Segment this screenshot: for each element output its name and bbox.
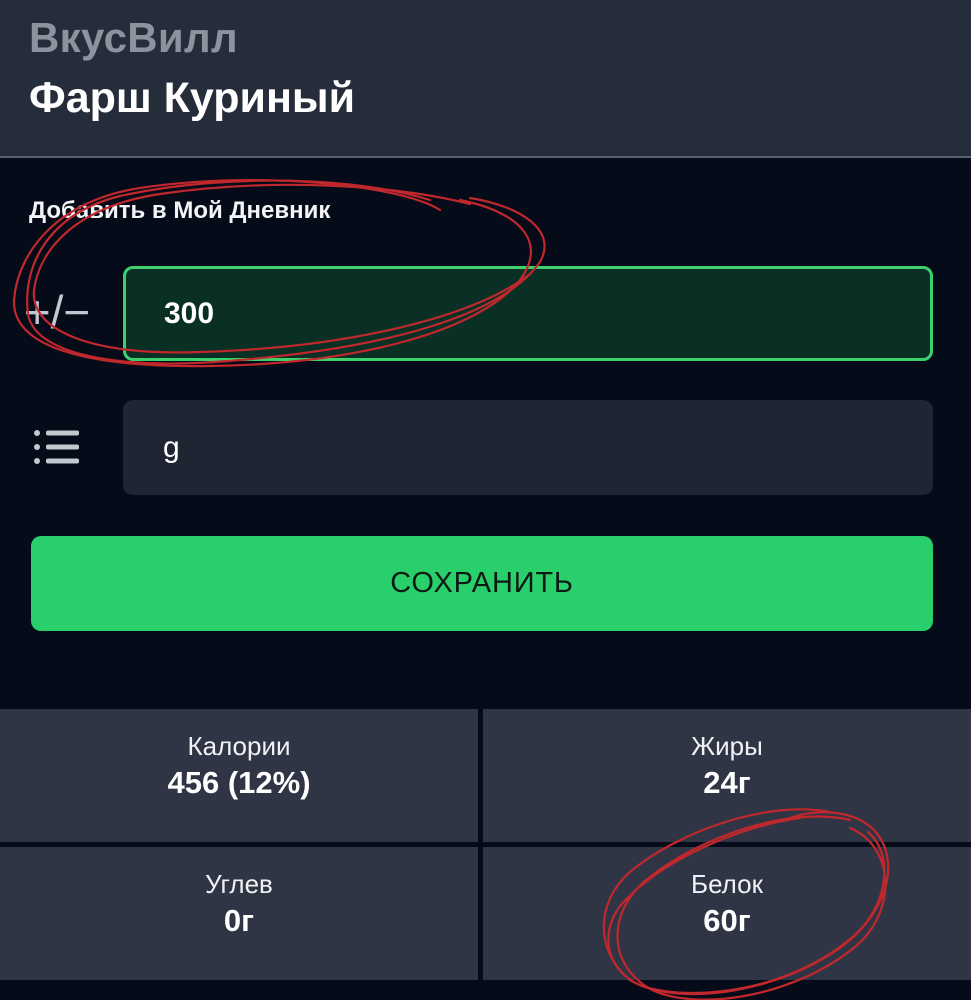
nutrition-cell-calories: Калории 456 (12%): [0, 709, 478, 842]
nutrition-value: 24г: [703, 765, 751, 800]
add-to-diary-label: Добавить в Мой Дневник: [29, 197, 331, 224]
save-button[interactable]: СОХРАНИТЬ: [31, 536, 933, 631]
unit-select[interactable]: g: [123, 400, 933, 495]
list-icon: [22, 412, 92, 482]
nutrition-label: Жиры: [691, 731, 763, 761]
product-page: ВкусВилл Фарш Куриный Добавить в Мой Дне…: [0, 0, 971, 1000]
nutrition-cell-protein: Белок 60г: [483, 847, 971, 980]
quantity-value: 300: [164, 296, 215, 330]
nutrition-label: Белок: [691, 869, 763, 899]
plus-minus-icon: +/−: [22, 277, 92, 347]
nutrition-value: 0г: [223, 903, 255, 938]
plus-minus-icon-text: +/−: [23, 286, 91, 338]
unit-value: g: [163, 430, 180, 464]
list-icon-svg: [34, 430, 79, 464]
quantity-input[interactable]: 300: [123, 266, 933, 361]
nutrition-label: Углев: [205, 869, 273, 899]
nutrition-value: 60г: [703, 903, 751, 938]
nutrition-cell-fat: Жиры 24г: [483, 709, 971, 842]
header: ВкусВилл Фарш Куриный: [0, 0, 971, 158]
product-title: Фарш Куриный: [29, 74, 356, 122]
brand-name: ВкусВилл: [29, 14, 238, 61]
nutrition-value: 456 (12%): [167, 765, 311, 800]
bottom-strip: [0, 984, 971, 1000]
nutrition-label: Калории: [187, 731, 291, 761]
nutrition-cell-carbs: Углев 0г: [0, 847, 478, 980]
